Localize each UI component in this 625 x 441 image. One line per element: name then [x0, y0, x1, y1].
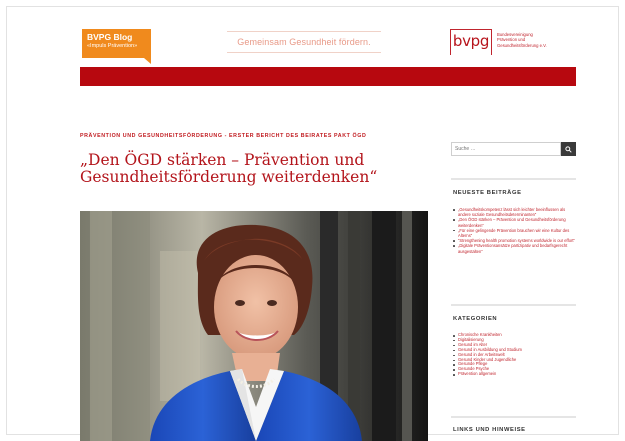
tag-tail [144, 58, 151, 64]
logo-line: Gesundheitsförderung e.V. [497, 42, 547, 48]
search-icon [565, 145, 572, 153]
bvpg-logo[interactable]: bvpg Bundesvereinigung Prävention und Ge… [450, 29, 576, 57]
post-featured-photo [80, 211, 428, 441]
navigation-bar[interactable] [80, 67, 576, 86]
search-input[interactable] [451, 142, 561, 156]
recent-post-link[interactable]: „Für eine gelingende Prävention brauchen… [452, 228, 576, 238]
slogan: Gemeinsam Gesundheit fördern. [237, 37, 371, 47]
widget-separator [451, 178, 576, 180]
widget-separator [451, 304, 576, 306]
recent-post-link[interactable]: „Den ÖGD stärken – Prävention und Gesund… [452, 217, 576, 228]
blog-logo-tag[interactable]: BVPG Blog «Impuls Prävention» [82, 29, 151, 64]
recent-post-link[interactable]: „Gesundheitskompetenz lässt sich leichte… [452, 207, 576, 217]
recent-posts-list: „Gesundheitskompetenz lässt sich leichte… [452, 207, 576, 254]
post-category-kicker[interactable]: Prävention und Gesundheitsförderung - Er… [80, 133, 420, 140]
logo-text: Bundesvereinigung Prävention und Gesundh… [497, 32, 547, 48]
slogan-box: Gemeinsam Gesundheit fördern. [227, 31, 381, 53]
post-title: „Den ÖGD stärken – Prävention und Gesund… [80, 151, 378, 186]
blog-title: BVPG Blog [87, 32, 133, 42]
search-form [451, 142, 576, 156]
recent-posts-title: Neueste Beiträge [453, 190, 522, 196]
categories-title: Kategorien [453, 316, 498, 322]
search-button[interactable] [561, 142, 576, 156]
recent-post-link[interactable]: „Digitale Präventionsansätze partizipati… [452, 243, 576, 254]
widget-separator [451, 416, 576, 418]
logo-word: bvpg [452, 32, 490, 50]
categories-list: Chronische Krankheiten Digitalisierung G… [452, 332, 576, 377]
links-title: Links und Hinweise [453, 427, 526, 433]
category-link[interactable]: Prävention allgemein [452, 371, 576, 377]
blog-subtitle: «Impuls Prävention» [87, 43, 138, 49]
